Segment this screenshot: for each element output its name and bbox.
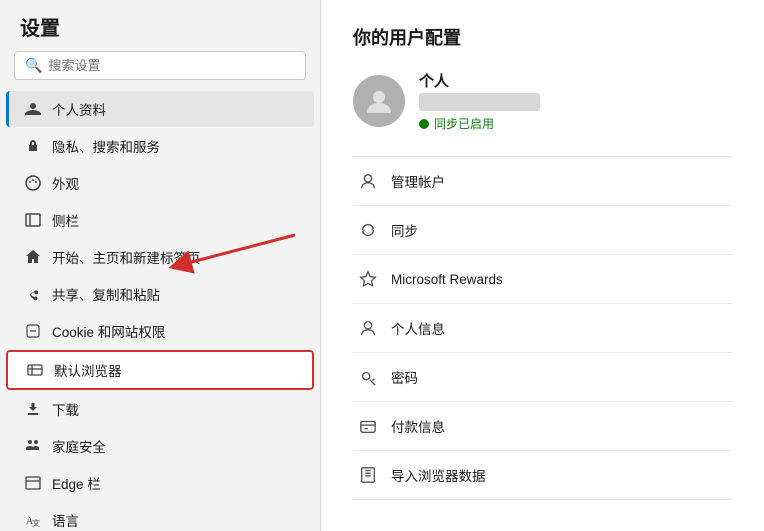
sidebar-item-cookies[interactable]: Cookie 和网站权限 <box>6 313 314 349</box>
language-icon: A文 <box>24 511 42 529</box>
menu-item-label: Microsoft Rewards <box>391 272 503 287</box>
menu-item-password[interactable]: 密码 <box>353 353 732 402</box>
svg-text:文: 文 <box>32 518 40 528</box>
sidebar-icon <box>24 211 42 229</box>
sidebar-item-label: 共享、复制和粘贴 <box>52 284 160 304</box>
profile-name: 个人 <box>419 70 540 91</box>
section-title: 你的用户配置 <box>353 24 732 50</box>
sidebar-item-downloads[interactable]: 下载 <box>6 391 314 427</box>
personal-info-icon <box>357 317 379 339</box>
menu-item-payment[interactable]: 付款信息 <box>353 402 732 451</box>
sync-dot <box>419 119 429 129</box>
menu-item-rewards[interactable]: Microsoft Rewards <box>353 255 732 304</box>
sidebar-item-label: 外观 <box>52 173 79 193</box>
palette-icon <box>24 174 42 192</box>
sidebar-item-label: 隐私、搜索和服务 <box>52 136 160 156</box>
search-box[interactable]: 🔍 <box>14 51 306 80</box>
avatar <box>353 75 405 127</box>
profile-card: 个人 同步已启用 <box>353 70 732 132</box>
sidebar-item-label: Cookie 和网站权限 <box>52 321 165 341</box>
sync-icon <box>357 219 379 241</box>
sidebar-item-share[interactable]: 共享、复制和粘贴 <box>6 276 314 312</box>
sidebar-item-sidebar[interactable]: 侧栏 <box>6 202 314 238</box>
menu-item-label: 个人信息 <box>391 318 445 338</box>
menu-item-label: 导入浏览器数据 <box>391 465 486 485</box>
menu-item-manage-account[interactable]: 管理帐户 <box>353 157 732 206</box>
sidebar-item-edge-bar[interactable]: Edge 栏 <box>6 465 314 501</box>
search-icon: 🔍 <box>25 57 42 74</box>
edge-icon <box>24 474 42 492</box>
menu-item-label: 付款信息 <box>391 416 445 436</box>
account-icon <box>357 170 379 192</box>
search-input[interactable] <box>48 58 295 73</box>
menu-list: 管理帐户 同步 Microsoft Rewards 个人信息 <box>353 156 732 500</box>
menu-item-import[interactable]: 导入浏览器数据 <box>353 451 732 500</box>
sidebar-item-start[interactable]: 开始、主页和新建标签页 <box>6 239 314 275</box>
sidebar-item-appearance[interactable]: 外观 <box>6 165 314 201</box>
sidebar-item-label: 语言 <box>52 510 79 530</box>
key-icon <box>357 366 379 388</box>
sidebar: 设置 🔍 个人资料 隐私、搜索和服务 <box>0 0 320 531</box>
sync-status: 同步已启用 <box>419 115 540 132</box>
menu-item-personal-info[interactable]: 个人信息 <box>353 304 732 353</box>
sidebar-item-profile[interactable]: 个人资料 <box>6 91 314 127</box>
payment-icon <box>357 415 379 437</box>
family-icon <box>24 437 42 455</box>
sidebar-item-label: 开始、主页和新建标签页 <box>52 247 201 267</box>
sidebar-item-label: 默认浏览器 <box>54 360 122 380</box>
home-icon <box>24 248 42 266</box>
avatar-icon <box>363 85 395 117</box>
sidebar-item-default-browser[interactable]: 默认浏览器 <box>6 350 314 390</box>
page-title: 设置 <box>0 8 320 51</box>
menu-item-sync[interactable]: 同步 <box>353 206 732 255</box>
profile-email <box>419 93 540 111</box>
menu-item-label: 管理帐户 <box>391 171 445 191</box>
sidebar-item-label: Edge 栏 <box>52 473 101 493</box>
cookie-icon <box>24 322 42 340</box>
person-icon <box>24 100 42 118</box>
sidebar-nav: 个人资料 隐私、搜索和服务 外观 侧栏 <box>0 90 320 531</box>
sidebar-item-privacy[interactable]: 隐私、搜索和服务 <box>6 128 314 164</box>
profile-info: 个人 同步已启用 <box>419 70 540 132</box>
main-content: 你的用户配置 个人 同步已启用 <box>321 0 764 531</box>
lock-icon <box>24 137 42 155</box>
menu-item-label: 同步 <box>391 220 418 240</box>
sidebar-item-label: 侧栏 <box>52 210 79 230</box>
share-icon <box>24 285 42 303</box>
sidebar-item-family[interactable]: 家庭安全 <box>6 428 314 464</box>
sidebar-item-label: 家庭安全 <box>52 436 106 456</box>
sync-label: 同步已启用 <box>434 115 494 132</box>
download-icon <box>24 400 42 418</box>
import-icon <box>357 464 379 486</box>
sidebar-item-label: 下载 <box>52 399 79 419</box>
sidebar-item-language[interactable]: A文 语言 <box>6 502 314 531</box>
sidebar-item-label: 个人资料 <box>52 99 106 119</box>
browser-icon <box>26 361 44 379</box>
menu-item-label: 密码 <box>391 367 418 387</box>
rewards-icon <box>357 268 379 290</box>
